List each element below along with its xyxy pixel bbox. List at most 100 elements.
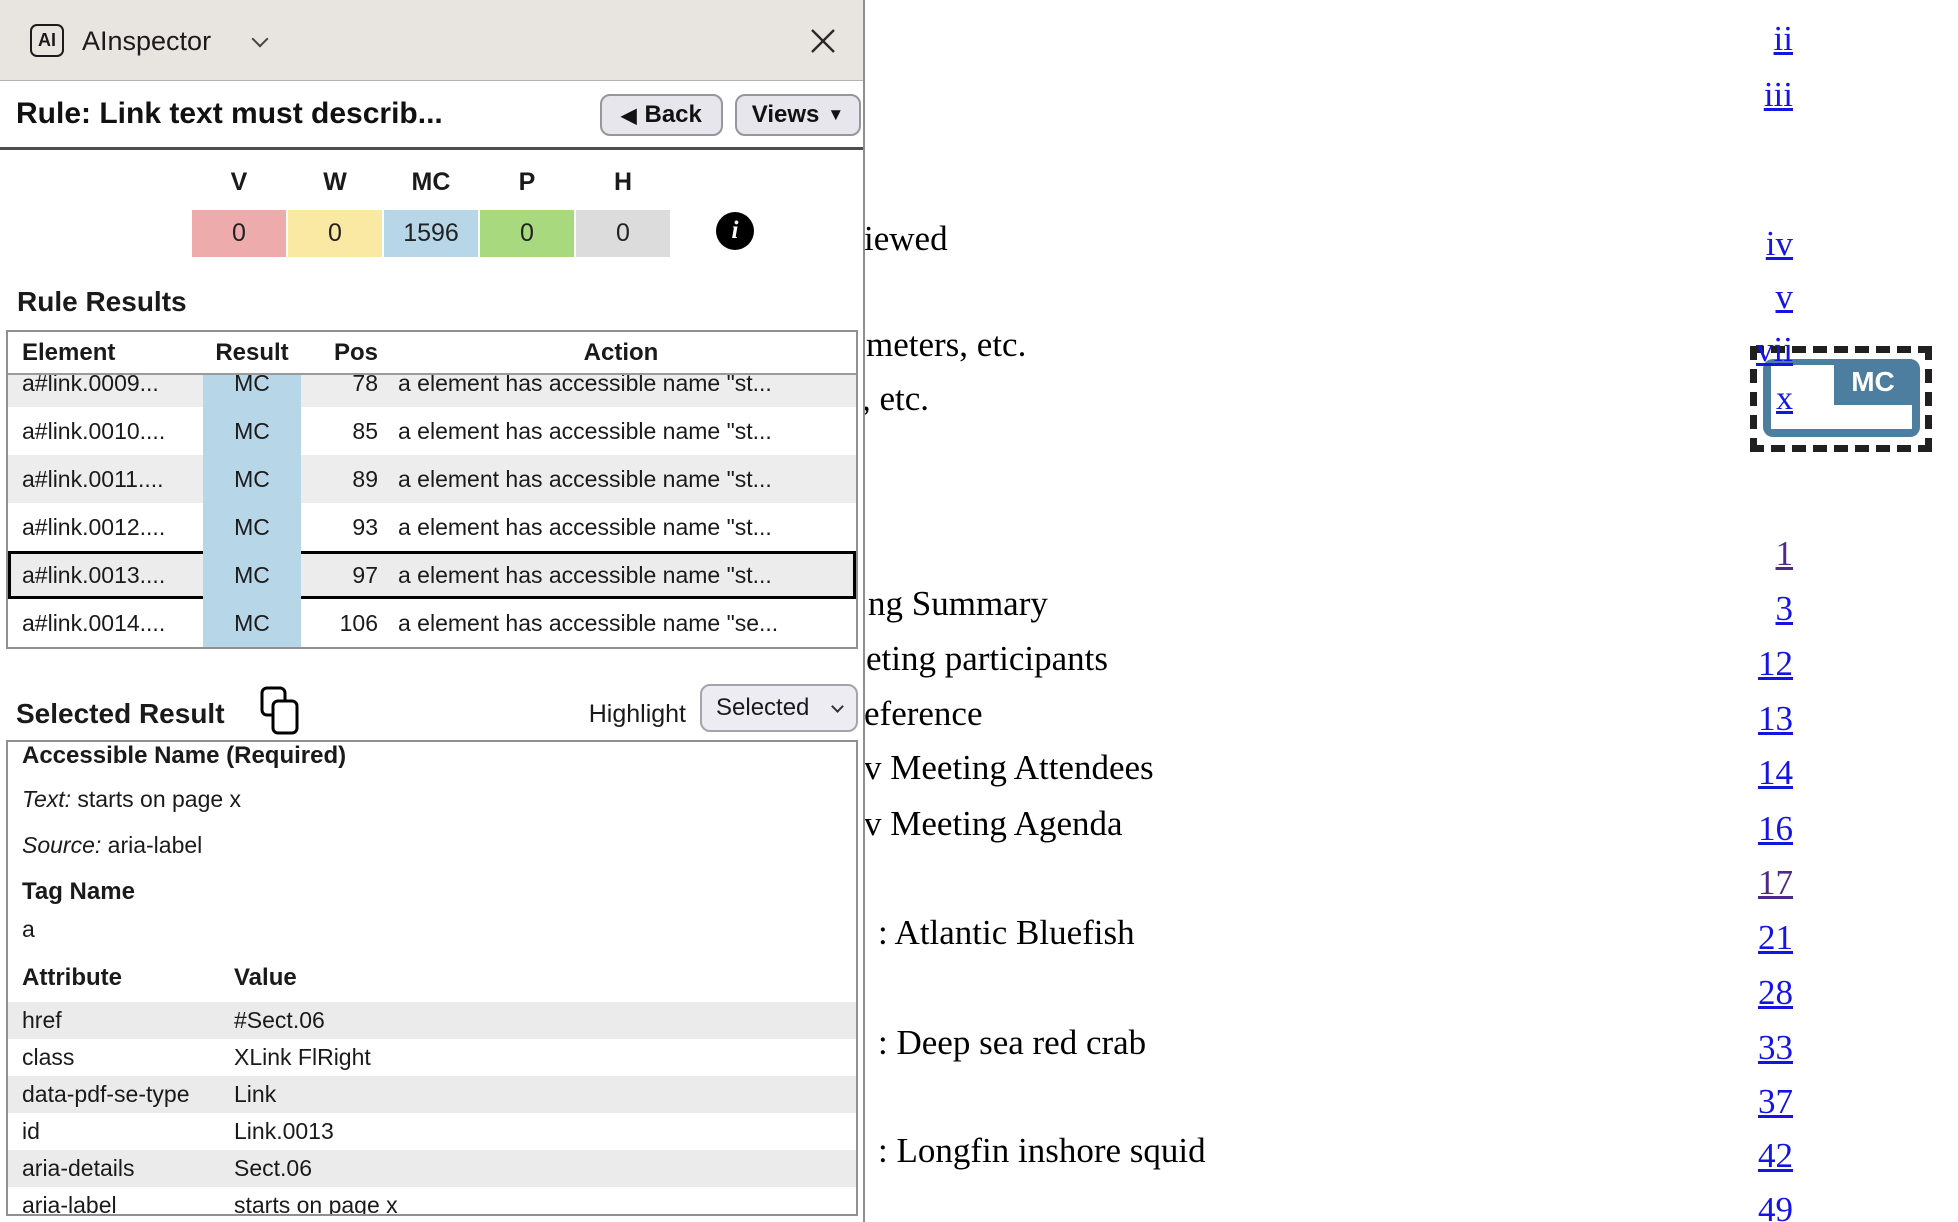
toc-page-link[interactable]: 21 [1758, 917, 1793, 959]
cell-action: a element has accessible name "st... [386, 514, 856, 541]
toc-page-link[interactable]: iv [1766, 223, 1793, 265]
cell-pos: 93 [301, 514, 386, 541]
cell-element: a#link.0009... [8, 375, 203, 397]
attribute-table-header: Attribute Value [8, 964, 856, 992]
cell-action: a element has accessible name "st... [386, 418, 856, 445]
summary-cell-label: MC [384, 168, 478, 201]
chevron-down-icon[interactable] [252, 31, 269, 48]
page-text-fragment: ng Summary [868, 583, 1048, 625]
attribute-row: aria-label starts on page x [8, 1187, 856, 1216]
page-text-fragment: : Longfin inshore squid [878, 1130, 1206, 1172]
tag-name-heading: Tag Name [22, 878, 135, 906]
toc-page-link[interactable]: 3 [1776, 588, 1794, 630]
page-text-fragment: : Atlantic Bluefish [878, 912, 1135, 954]
cell-element: a#link.0014.... [8, 610, 203, 637]
toc-page-link[interactable]: iii [1764, 74, 1793, 116]
close-icon[interactable] [808, 26, 838, 56]
cell-pos: 78 [301, 375, 386, 397]
summary-cell-value: 0 [192, 210, 286, 257]
cell-pos: 85 [301, 418, 386, 445]
table-row[interactable]: a#link.0014.... MC 106 a element has acc… [8, 599, 856, 647]
rule-results-table: Element Result Pos Action a#link.0009...… [6, 330, 858, 649]
cell-element: a#link.0013.... [8, 562, 203, 589]
attribute-row: data-pdf-se-type Link [8, 1076, 856, 1113]
toc-page-link[interactable]: 49 [1758, 1189, 1793, 1222]
table-body: a#link.0009... MC 78 a element has acces… [8, 375, 856, 647]
highlight-label: Highlight [540, 700, 686, 729]
summary-cell: P 0 [480, 168, 574, 257]
panel-topbar: AI AInspector [0, 0, 863, 81]
copy-icon[interactable] [260, 686, 300, 736]
toc-page-link[interactable]: ii [1774, 18, 1793, 60]
column-header-pos[interactable]: Pos [301, 339, 386, 367]
toc-page-link[interactable]: v [1776, 276, 1794, 318]
highlighted-link-x[interactable]: x [1776, 379, 1793, 419]
toc-page-link[interactable]: 16 [1758, 808, 1793, 850]
table-row[interactable]: a#link.0009... MC 78 a element has acces… [8, 375, 856, 407]
table-row[interactable]: a#link.0012.... MC 93 a element has acce… [8, 503, 856, 551]
toc-page-link[interactable]: 33 [1758, 1027, 1793, 1069]
cell-result: MC [203, 562, 301, 589]
column-header-element[interactable]: Element [8, 339, 203, 367]
toc-page-link[interactable]: 42 [1758, 1135, 1793, 1177]
toc-page-link[interactable]: 13 [1758, 698, 1793, 740]
toc-page-link[interactable]: vii [1756, 329, 1793, 371]
toc-page-link[interactable]: 14 [1758, 752, 1793, 794]
app-title[interactable]: AInspector [82, 26, 211, 57]
summary-cell-label: V [192, 168, 286, 201]
highlight-result-badge: MC [1834, 359, 1912, 405]
summary-cell-label: P [480, 168, 574, 201]
tag-name-value: a [22, 916, 35, 943]
attribute-name: href [8, 1007, 234, 1034]
accessible-name-text: Text: starts on page x [22, 786, 241, 813]
ainspector-logo-icon: AI [30, 24, 64, 57]
cell-result: MC [203, 466, 301, 493]
back-arrow-icon: ◀ [621, 103, 636, 128]
views-dropdown-icon: ▼ [827, 105, 844, 125]
attribute-name: aria-details [8, 1155, 234, 1182]
column-header-result[interactable]: Result [203, 339, 301, 367]
result-summary: V 0 W 0 MC 1596 P 0 [192, 168, 670, 257]
attribute-row: id Link.0013 [8, 1113, 856, 1150]
table-row[interactable]: a#link.0013.... MC 97 a element has acce… [8, 551, 856, 599]
back-button[interactable]: ◀ Back [600, 94, 723, 136]
attribute-row: class XLink FlRight [8, 1039, 856, 1076]
page-text-fragment: v Meeting Attendees [864, 747, 1154, 789]
attribute-name: id [8, 1118, 234, 1145]
cell-action: a element has accessible name "st... [386, 562, 856, 589]
column-header-action[interactable]: Action [386, 339, 856, 367]
rule-titlebar: Rule: Link text must describ... ◀ Back V… [0, 81, 863, 147]
table-row[interactable]: a#link.0010.... MC 85 a element has acce… [8, 407, 856, 455]
highlight-select-value: Selected [716, 694, 809, 722]
page-text-fragment: v Meeting Agenda [864, 803, 1123, 845]
toc-page-link[interactable]: 37 [1758, 1081, 1793, 1123]
cell-pos: 97 [301, 562, 386, 589]
cell-action: a element has accessible name "st... [386, 466, 856, 493]
summary-cell-value: 1596 [384, 210, 478, 257]
summary-cell-value: 0 [576, 210, 670, 257]
toc-page-link[interactable]: 28 [1758, 972, 1793, 1014]
toc-page-link[interactable]: 17 [1758, 862, 1793, 904]
attribute-value: Link [234, 1081, 856, 1108]
summary-cell-value: 0 [480, 210, 574, 257]
views-button[interactable]: Views ▼ [735, 94, 861, 136]
toc-page-link[interactable]: 12 [1758, 643, 1793, 685]
accessible-name-heading: Accessible Name (Required) [22, 742, 346, 770]
cell-action: a element has accessible name "se... [386, 610, 856, 637]
cell-result: MC [203, 610, 301, 637]
attribute-name: data-pdf-se-type [8, 1081, 234, 1108]
attribute-name: aria-label [8, 1192, 234, 1216]
rule-title: Rule: Link text must describ... [16, 97, 443, 131]
toc-page-link[interactable]: 1 [1776, 533, 1794, 575]
ainspector-panel: AI AInspector Rule: Link text must descr… [0, 0, 865, 1222]
highlight-select[interactable]: Selected [700, 684, 858, 732]
summary-cell: H 0 [576, 168, 670, 257]
summary-cell-label: H [576, 168, 670, 201]
summary-cell: W 0 [288, 168, 382, 257]
page-text-fragment: meters, etc. [866, 324, 1026, 366]
attribute-value: Sect.06 [234, 1155, 856, 1182]
info-icon[interactable]: i [716, 212, 754, 250]
cell-element: a#link.0011.... [8, 466, 203, 493]
cell-pos: 106 [301, 610, 386, 637]
table-row[interactable]: a#link.0011.... MC 89 a element has acce… [8, 455, 856, 503]
